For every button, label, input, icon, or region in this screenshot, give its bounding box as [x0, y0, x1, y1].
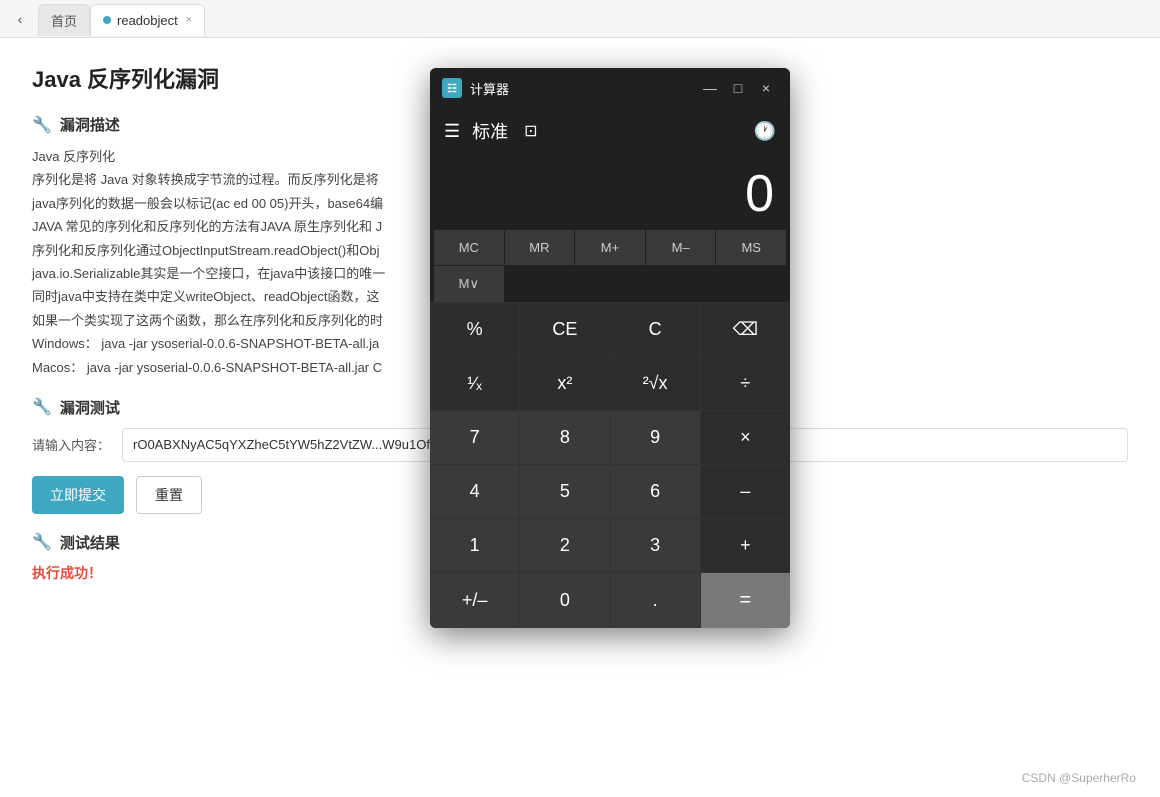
calc-mem-mminus[interactable]: M– [646, 230, 716, 265]
calc-btn-3[interactable]: 3 [611, 519, 700, 572]
tabs-container: 首页 readobject × [38, 3, 1152, 35]
calc-btn-plus[interactable]: + [701, 519, 790, 572]
calc-btn-9[interactable]: 9 [611, 411, 700, 464]
submit-button[interactable]: 立即提交 [32, 476, 124, 514]
watermark: CSDN @SuperherRo [1022, 771, 1136, 785]
calc-mem-mv[interactable]: M∨ [434, 266, 504, 302]
calc-btn-0[interactable]: 0 [520, 573, 609, 628]
browser-chrome: ‹ 首页 readobject × [0, 0, 1160, 38]
calc-mode-icon: ⊡ [524, 121, 537, 141]
tab-home-label: 首页 [51, 11, 77, 30]
result-section-title: 测试结果 [60, 532, 120, 553]
tab-close-button[interactable]: × [186, 14, 192, 26]
calc-btn-reciprocal[interactable]: ¹∕ₓ [430, 357, 519, 410]
calc-btn-square[interactable]: x² [520, 357, 609, 410]
test-section-title: 漏洞测试 [60, 397, 120, 418]
calc-titlebar: ☷ 计算器 — □ × [430, 68, 790, 108]
tab-readobject[interactable]: readobject × [90, 4, 205, 36]
calc-btn-8[interactable]: 8 [520, 411, 609, 464]
calc-number: 0 [446, 168, 774, 220]
calc-btn-minus[interactable]: – [701, 465, 790, 518]
calc-history-icon[interactable]: 🕐 [754, 121, 776, 142]
calc-btn-equals[interactable]: = [701, 573, 790, 628]
calc-btn-multiply[interactable]: × [701, 411, 790, 464]
calc-body: ☰ 标准 ⊡ 🕐 0 MC MR M+ M– MS M∨ % [430, 108, 790, 628]
calc-menu-icon[interactable]: ☰ [444, 121, 460, 142]
calc-header: ☰ 标准 ⊡ 🕐 [430, 108, 790, 148]
calc-close-button[interactable]: × [754, 76, 778, 100]
calc-btn-c[interactable]: C [611, 303, 700, 356]
vuln-icon: 🔧 [32, 115, 52, 135]
tab-home[interactable]: 首页 [38, 4, 90, 36]
calc-button-grid: % CE C ⌫ ¹∕ₓ x² ²√x ÷ 7 8 9 × 4 5 6 – [430, 302, 790, 628]
calc-btn-percent[interactable]: % [430, 303, 519, 356]
calc-btn-1[interactable]: 1 [430, 519, 519, 572]
calc-btn-divide[interactable]: ÷ [701, 357, 790, 410]
calc-minimize-button[interactable]: — [698, 76, 722, 100]
calc-btn-7[interactable]: 7 [430, 411, 519, 464]
back-button[interactable]: ‹ [8, 7, 32, 31]
calc-btn-2[interactable]: 2 [520, 519, 609, 572]
test-icon: 🔧 [32, 397, 52, 417]
calc-btn-5[interactable]: 5 [520, 465, 609, 518]
calc-btn-4[interactable]: 4 [430, 465, 519, 518]
calc-mem-mr[interactable]: MR [505, 230, 575, 265]
calc-mem-mplus[interactable]: M+ [575, 230, 645, 265]
calc-btn-decimal[interactable]: . [611, 573, 700, 628]
calculator-window: ☷ 计算器 — □ × ☰ 标准 ⊡ 🕐 0 MC MR [430, 68, 790, 628]
calc-maximize-button[interactable]: □ [726, 76, 750, 100]
input-label: 请输入内容： [32, 435, 110, 454]
calc-display: 0 [430, 148, 790, 230]
calc-mem-mc[interactable]: MC [434, 230, 504, 265]
page-content: Java 反序列化漏洞 🔧 漏洞描述 Java 反序列化 序列化是将 Java … [0, 38, 1160, 797]
calc-title: 计算器 [470, 79, 690, 98]
reset-button[interactable]: 重置 [136, 476, 202, 514]
calc-memory-row: MC MR M+ M– MS M∨ [430, 230, 790, 302]
calc-app-icon: ☷ [442, 78, 462, 98]
calc-btn-ce[interactable]: CE [520, 303, 609, 356]
tab-active-dot [103, 16, 111, 24]
tab-active-label: readobject [117, 13, 178, 28]
result-icon: 🔧 [32, 532, 52, 552]
calc-btn-6[interactable]: 6 [611, 465, 700, 518]
calc-btn-negate[interactable]: +/– [430, 573, 519, 628]
calc-btn-sqrt[interactable]: ²√x [611, 357, 700, 410]
calc-window-buttons: — □ × [698, 76, 778, 100]
vuln-section-title: 漏洞描述 [60, 114, 120, 135]
calc-mode-text: 标准 [472, 118, 508, 144]
calc-btn-backspace[interactable]: ⌫ [701, 303, 790, 356]
calc-mem-ms[interactable]: MS [716, 230, 786, 265]
